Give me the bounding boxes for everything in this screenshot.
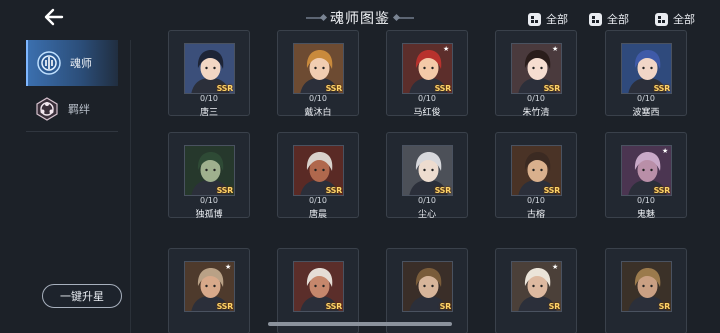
filter-label: 全部 bbox=[673, 13, 695, 26]
character-portrait: SSR bbox=[621, 43, 672, 94]
sidebar: 魂师 羁绊 bbox=[26, 40, 118, 140]
character-name: 尘心 bbox=[417, 210, 436, 220]
shard-count: 0/10 bbox=[527, 196, 545, 205]
character-portrait: SR bbox=[621, 261, 672, 312]
filter-grid-icon bbox=[528, 12, 541, 26]
shard-count: 0/10 bbox=[200, 94, 218, 103]
rarity-badge: SR bbox=[658, 302, 671, 311]
page-title-bar: 魂师图鉴 bbox=[300, 8, 420, 28]
shard-count: 0/10 bbox=[309, 94, 327, 103]
bond-badge-icon bbox=[34, 96, 60, 122]
filter-dropdown-2[interactable]: 全部 bbox=[589, 11, 629, 27]
character-card[interactable]: SSR 0/10 波塞西 bbox=[605, 30, 687, 118]
character-portrait: SSR bbox=[402, 145, 453, 196]
character-name: 古榕 bbox=[526, 210, 545, 220]
rarity-badge: SSR bbox=[325, 186, 343, 195]
sidebar-item-label: 羁绊 bbox=[68, 102, 90, 116]
rarity-badge: SR bbox=[439, 302, 452, 311]
character-name: 鬼魅 bbox=[636, 210, 655, 220]
soul-master-badge-icon bbox=[36, 50, 62, 76]
one-click-star-up-button[interactable]: 一键升星 bbox=[42, 284, 122, 308]
title-decoration-right bbox=[396, 17, 414, 19]
shard-count: 0/10 bbox=[418, 94, 436, 103]
character-card[interactable]: SSR ★ 0/10 马红俊 bbox=[386, 30, 468, 118]
character-portrait: SSR bbox=[293, 145, 344, 196]
shard-count: 0/10 bbox=[527, 94, 545, 103]
character-card[interactable]: SSR 0/10 尘心 bbox=[386, 132, 468, 220]
sidebar-item-bond[interactable]: 羁绊 bbox=[26, 86, 118, 132]
character-portrait: SR ★ bbox=[511, 261, 562, 312]
shard-count: 0/10 bbox=[200, 196, 218, 205]
star-icon: ★ bbox=[225, 263, 232, 271]
character-portrait: SSR bbox=[293, 43, 344, 94]
character-card[interactable]: SSR ★ bbox=[168, 248, 250, 333]
rarity-badge: SSR bbox=[216, 302, 234, 311]
back-arrow-icon[interactable] bbox=[42, 6, 66, 28]
rarity-badge: SSR bbox=[325, 84, 343, 93]
shard-count: 0/10 bbox=[637, 196, 655, 205]
filter-grid-icon bbox=[589, 12, 602, 26]
page-title: 魂师图鉴 bbox=[330, 11, 390, 27]
star-icon: ★ bbox=[662, 147, 669, 155]
rarity-badge: SSR bbox=[325, 302, 343, 311]
shard-count: 0/10 bbox=[637, 94, 655, 103]
character-portrait: SSR bbox=[184, 43, 235, 94]
filter-label: 全部 bbox=[546, 13, 568, 26]
home-indicator bbox=[268, 322, 452, 326]
star-icon: ★ bbox=[552, 263, 559, 271]
star-icon: ★ bbox=[443, 45, 450, 53]
rarity-badge: SSR bbox=[434, 186, 452, 195]
character-card[interactable]: SSR bbox=[277, 248, 359, 333]
filter-dropdown-3[interactable]: 全部 bbox=[655, 11, 695, 27]
character-card[interactable]: SSR ★ 0/10 鬼魅 bbox=[605, 132, 687, 220]
sidebar-divider bbox=[130, 40, 131, 333]
character-card[interactable]: SSR 0/10 唐晨 bbox=[277, 132, 359, 220]
shard-count: 0/10 bbox=[309, 196, 327, 205]
filter-grid-icon bbox=[655, 12, 668, 26]
character-card[interactable]: SSR 0/10 古榕 bbox=[495, 132, 577, 220]
rarity-badge: SSR bbox=[434, 84, 452, 93]
rarity-badge: SSR bbox=[216, 84, 234, 93]
character-portrait: SSR bbox=[184, 145, 235, 196]
character-card[interactable]: SR bbox=[386, 248, 468, 333]
character-card[interactable]: SSR 0/10 独孤博 bbox=[168, 132, 250, 220]
rarity-badge: SSR bbox=[653, 186, 671, 195]
shard-count: 0/10 bbox=[418, 196, 436, 205]
sidebar-item-label: 魂师 bbox=[70, 57, 92, 70]
character-name: 唐晨 bbox=[308, 210, 327, 220]
sidebar-item-soul-master[interactable]: 魂师 bbox=[26, 40, 118, 86]
filter-label: 全部 bbox=[607, 13, 629, 26]
filter-dropdown-1[interactable]: 全部 bbox=[528, 11, 568, 27]
character-portrait: SSR bbox=[511, 145, 562, 196]
rarity-badge: SSR bbox=[543, 186, 561, 195]
character-portrait: SSR ★ bbox=[184, 261, 235, 312]
character-portrait: SSR ★ bbox=[621, 145, 672, 196]
title-decoration-left bbox=[306, 17, 324, 19]
character-name: 朱竹清 bbox=[522, 108, 550, 118]
character-name: 波塞西 bbox=[632, 108, 660, 118]
character-name: 马红俊 bbox=[413, 108, 441, 118]
character-card[interactable]: SSR 0/10 戴沐白 bbox=[277, 30, 359, 118]
character-card[interactable]: SR bbox=[605, 248, 687, 333]
character-card[interactable]: SSR ★ 0/10 朱竹清 bbox=[495, 30, 577, 118]
rarity-badge: SSR bbox=[216, 186, 234, 195]
character-name: 独孤博 bbox=[195, 210, 223, 220]
star-icon: ★ bbox=[552, 45, 559, 53]
character-portrait: SSR bbox=[293, 261, 344, 312]
character-portrait: SSR ★ bbox=[511, 43, 562, 94]
character-portrait: SSR ★ bbox=[402, 43, 453, 94]
character-name: 唐三 bbox=[199, 108, 218, 118]
character-name: 戴沐白 bbox=[304, 108, 332, 118]
rarity-badge: SR bbox=[548, 302, 561, 311]
rarity-badge: SSR bbox=[653, 84, 671, 93]
character-card[interactable]: SR ★ bbox=[495, 248, 577, 333]
collection-screen: 魂师图鉴 全部 全部 全部 魂师 羁绊 一键升星 SSR 0/10 唐三 SSR… bbox=[0, 0, 720, 333]
rarity-badge: SSR bbox=[543, 84, 561, 93]
character-card[interactable]: SSR 0/10 唐三 bbox=[168, 30, 250, 118]
character-portrait: SR bbox=[402, 261, 453, 312]
